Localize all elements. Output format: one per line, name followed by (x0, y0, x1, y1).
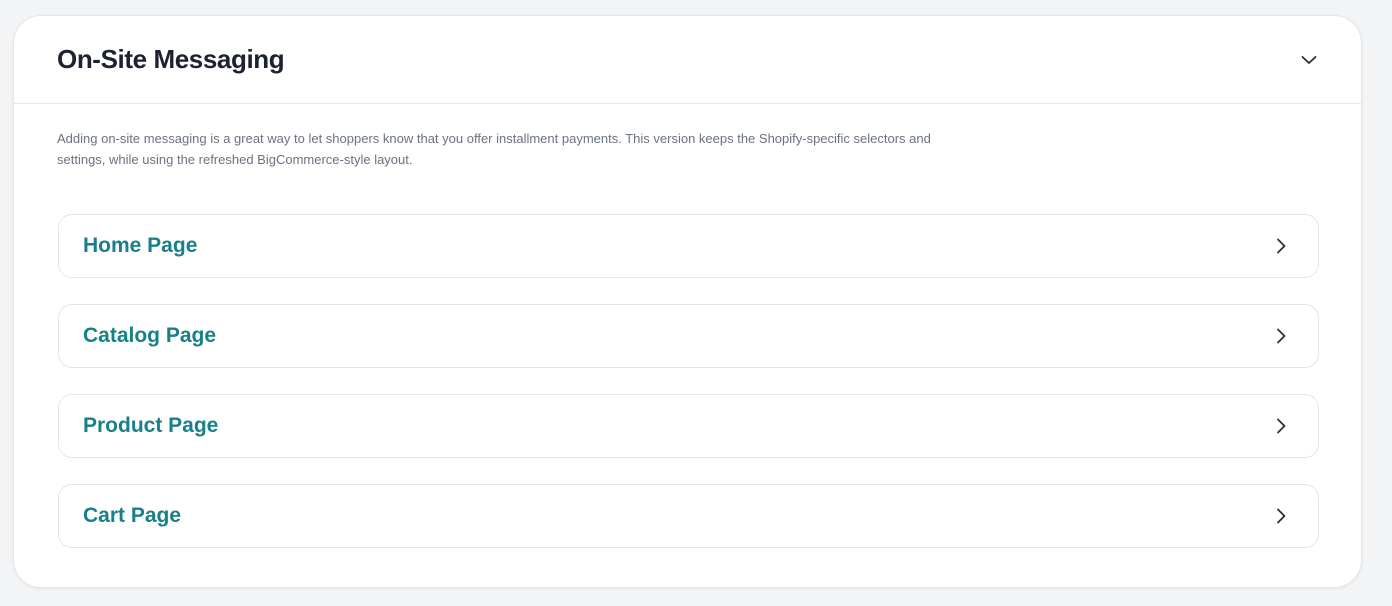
section-label: Catalog Page (83, 324, 217, 347)
panel-description: Adding on-site messaging is a great way … (57, 131, 931, 167)
chevron-right-icon (1270, 325, 1292, 347)
section-cart-page[interactable]: Cart Page (58, 484, 1319, 548)
section-product-page[interactable]: Product Page (58, 394, 1319, 458)
section-label: Cart Page (83, 504, 182, 527)
chevron-right-icon (1270, 415, 1292, 437)
on-site-messaging-panel: On-Site Messaging Adding on-site messagi… (13, 15, 1362, 588)
chevron-right-icon (1270, 235, 1292, 257)
chevron-down-icon[interactable] (1297, 48, 1321, 72)
section-catalog-page[interactable]: Catalog Page (58, 304, 1319, 368)
section-label: Product Page (83, 414, 219, 437)
panel-title: On-Site Messaging (57, 44, 285, 74)
section-home-page[interactable]: Home Page (58, 214, 1319, 278)
section-label: Home Page (83, 234, 198, 257)
chevron-right-icon (1270, 505, 1292, 527)
page-sections-list: Home Page Catalog Page Product Page Cart… (58, 214, 1319, 574)
panel-header[interactable]: On-Site Messaging (14, 16, 1361, 104)
